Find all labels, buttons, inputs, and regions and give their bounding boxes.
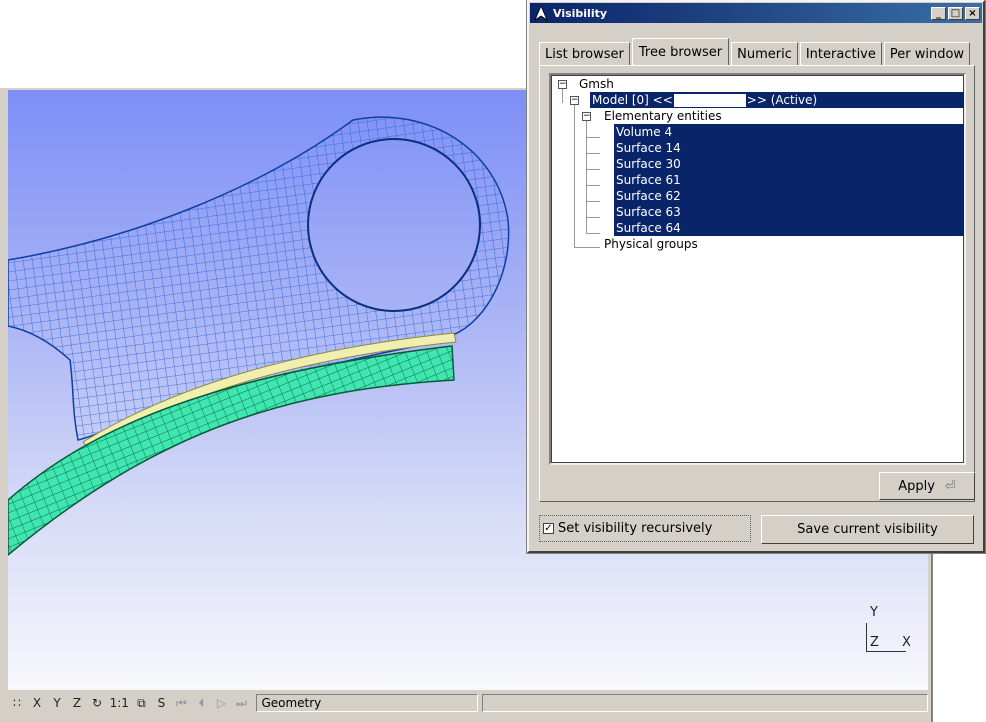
gmsh-logo-icon — [534, 5, 548, 21]
maximize-icon[interactable]: □ — [948, 6, 963, 20]
enter-key-icon: ⏎ — [944, 478, 956, 494]
tree-node-surface-30[interactable]: Surface 30 — [614, 156, 964, 172]
x-view-button[interactable]: X — [28, 693, 46, 713]
tree-node-surface-14[interactable]: Surface 14 — [614, 140, 964, 156]
tree-node-gmsh-label: Gmsh — [579, 77, 614, 91]
apply-label: Apply — [898, 478, 935, 494]
model-prefix: Model [0] << — [592, 93, 673, 107]
minimize-icon[interactable]: _ — [931, 6, 946, 20]
last-step-icon[interactable]: ⏭ — [232, 693, 250, 713]
axis-x-label: X — [902, 635, 911, 650]
model-name-field[interactable] — [673, 94, 746, 107]
projection-icon[interactable]: ⧉ — [132, 693, 150, 713]
tree-node-surface-64[interactable]: Surface 64 — [614, 220, 964, 236]
tree-node-surface-62[interactable]: Surface 62 — [614, 188, 964, 204]
dialog-titlebar[interactable]: Visibility _ □ × — [530, 3, 982, 23]
scale-one-button[interactable]: 1:1 — [108, 693, 130, 713]
tab-bar: List browser Tree browser Numeric Intera… — [539, 36, 972, 66]
recursive-label: Set visibility recursively — [558, 521, 713, 536]
grid-icon[interactable]: ∷ — [8, 693, 26, 713]
snapshot-button[interactable]: S — [152, 693, 170, 713]
collapse-model-icon[interactable]: − — [570, 96, 579, 105]
model-suffix: >> (Active) — [746, 93, 818, 107]
set-visibility-recursively-checkbox[interactable]: ✓ Set visibility recursively — [539, 515, 751, 542]
axes-indicator: Y Z X — [866, 605, 926, 655]
tree-node-elementary[interactable]: Elementary entities — [604, 108, 722, 124]
play-icon[interactable]: ▷ — [212, 693, 230, 713]
tab-list-browser[interactable]: List browser — [539, 42, 630, 66]
module-status: Geometry — [256, 694, 479, 712]
dialog-title: Visibility — [553, 6, 608, 20]
collapse-elementary-icon[interactable]: − — [582, 112, 591, 121]
collapse-gmsh-icon[interactable]: − — [558, 80, 567, 89]
tree-node-elementary-label: Elementary entities — [604, 109, 722, 123]
axis-y-label: Y — [870, 605, 878, 620]
previous-step-icon[interactable]: ⏴ — [192, 693, 210, 713]
entity-tree[interactable]: − Gmsh − Model [0] << >> (Active) − Eleme… — [549, 73, 966, 465]
tree-browser-panel: − Gmsh − Model [0] << >> (Active) − Eleme… — [539, 65, 975, 502]
apply-button[interactable]: Apply ⏎ — [879, 472, 975, 500]
first-step-icon[interactable]: ⏮ — [172, 693, 190, 713]
visibility-dialog: Visibility _ □ × List browser Tree brows… — [526, 0, 986, 554]
tree-node-surface-61[interactable]: Surface 61 — [614, 172, 964, 188]
tree-node-physical-groups[interactable]: Physical groups — [604, 236, 698, 252]
message-status — [482, 694, 928, 712]
tab-tree-browser[interactable]: Tree browser — [631, 38, 730, 66]
close-icon[interactable]: × — [965, 6, 980, 20]
hole-edge — [307, 138, 481, 312]
tab-interactive[interactable]: Interactive — [799, 42, 882, 66]
rotate-icon[interactable]: ↻ — [88, 693, 106, 713]
axis-z-label: Z — [870, 635, 879, 650]
save-current-visibility-button[interactable]: Save current visibility — [761, 515, 974, 544]
tab-per-window[interactable]: Per window — [883, 42, 971, 66]
y-view-button[interactable]: Y — [48, 693, 66, 713]
tab-numeric[interactable]: Numeric — [731, 42, 798, 66]
status-bar: ∷ X Y Z ↻ 1:1 ⧉ S ⏮ ⏴ ▷ ⏭ Geometry — [8, 692, 928, 714]
tree-node-surface-63[interactable]: Surface 63 — [614, 204, 964, 220]
checkbox-checked-icon[interactable]: ✓ — [543, 523, 554, 534]
z-view-button[interactable]: Z — [68, 693, 86, 713]
tree-node-volume-4[interactable]: Volume 4 — [614, 124, 964, 140]
tree-node-model[interactable]: Model [0] << >> (Active) — [590, 92, 964, 108]
tree-node-gmsh[interactable]: Gmsh — [579, 76, 614, 92]
